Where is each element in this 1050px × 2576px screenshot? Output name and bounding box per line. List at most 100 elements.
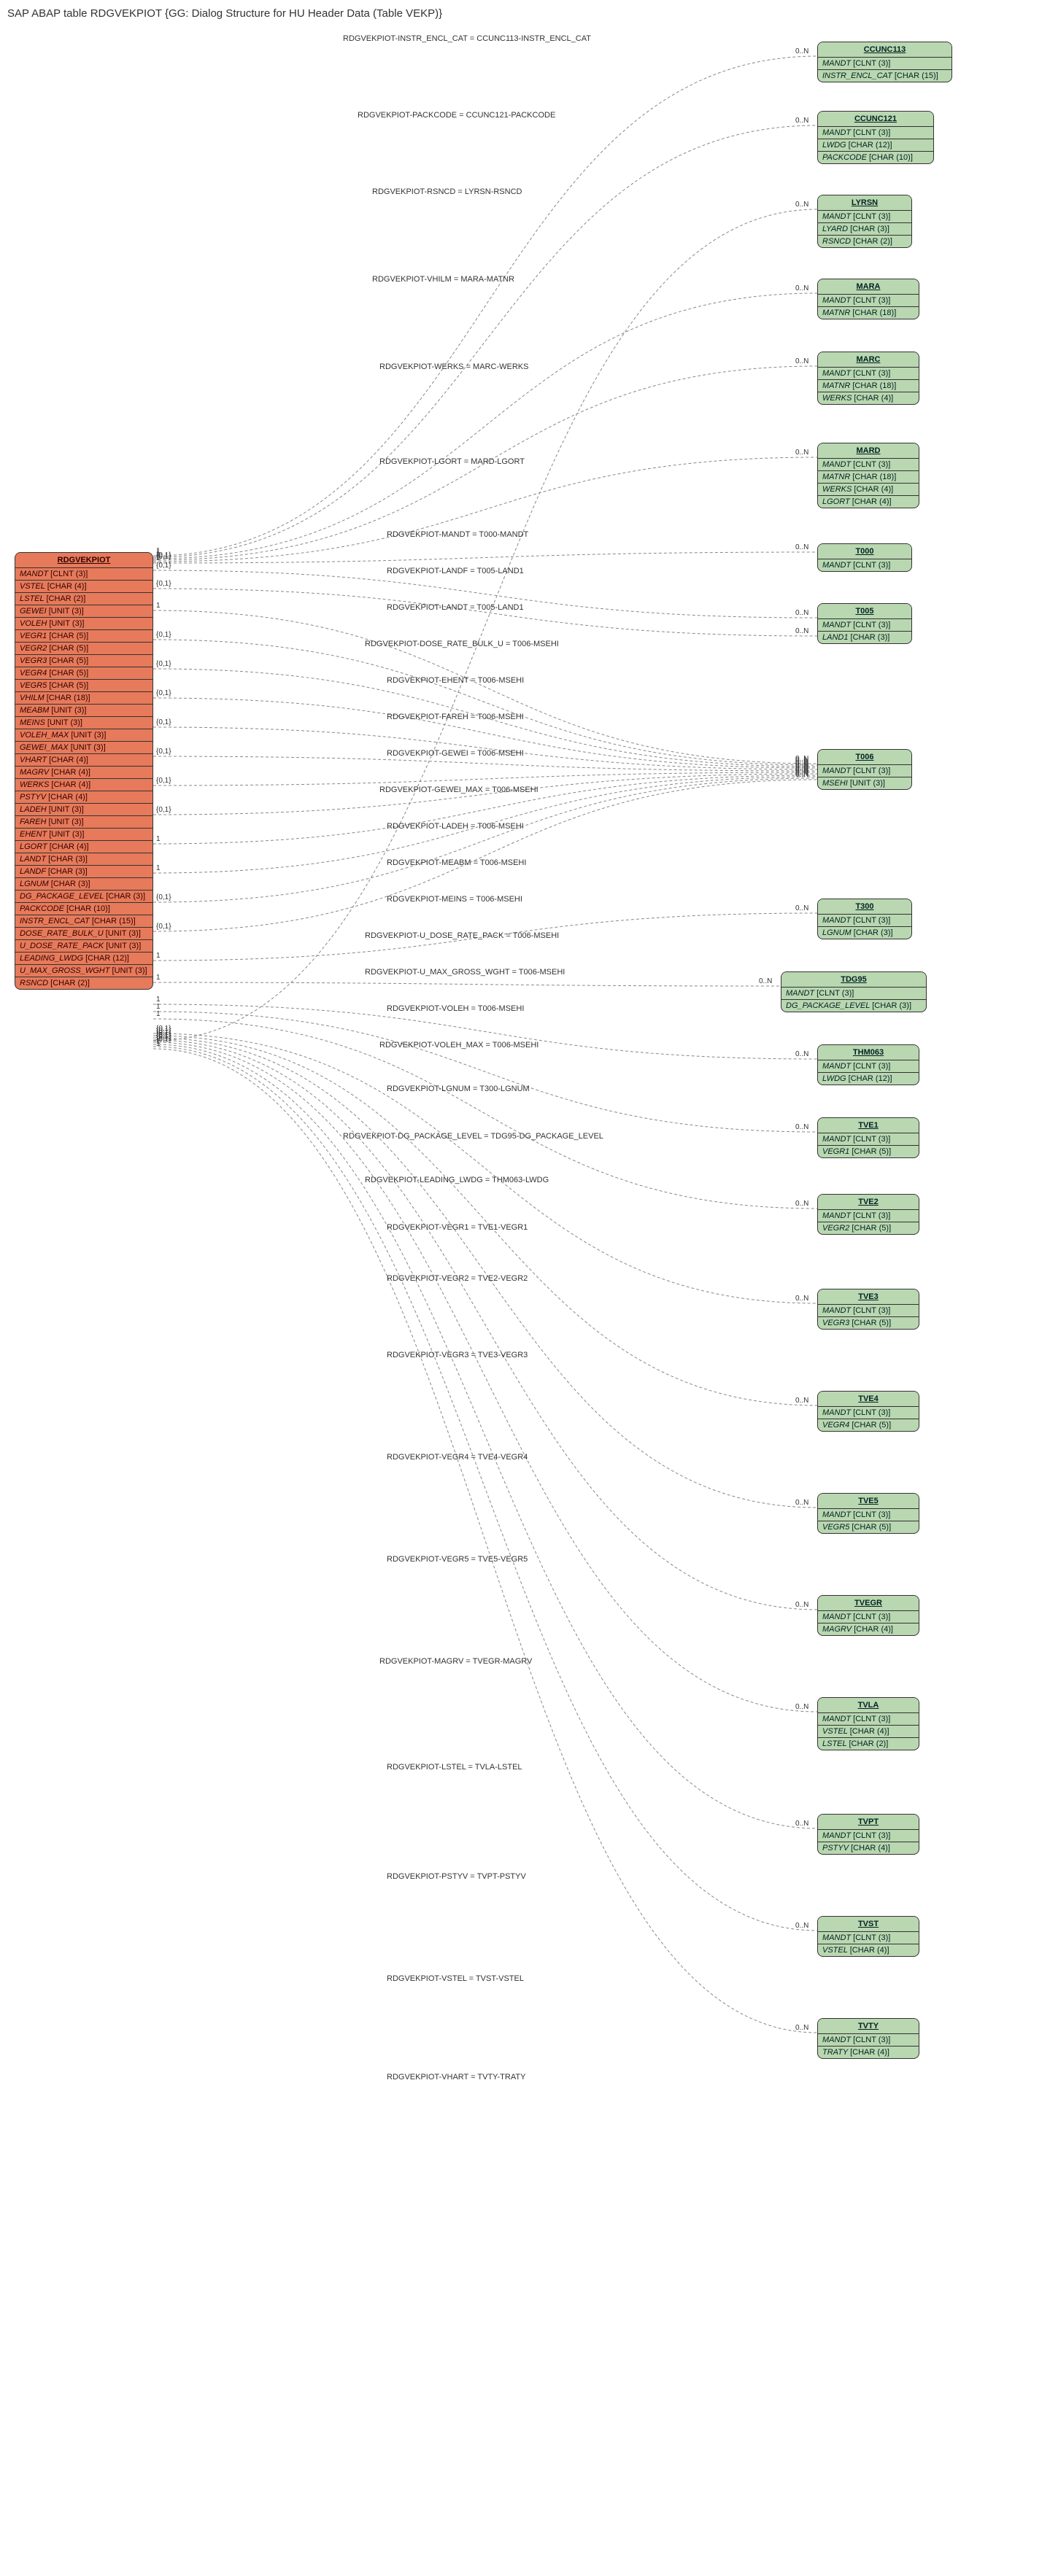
cardinality-source: {0,1} [156,748,171,756]
entity-ccunc113: CCUNC113MANDT [CLNT (3)]INSTR_ENCL_CAT [… [817,42,952,82]
entity-tve3: TVE3MANDT [CLNT (3)]VEGR3 [CHAR (5)] [817,1289,919,1330]
entity-field: MANDT [CLNT (3)] [818,1713,919,1726]
entity-field: MANDT [CLNT (3)] [818,459,919,471]
entity-field: MATNR [CHAR (18)] [818,307,919,319]
edge-label: RDGVEKPIOT-DG_PACKAGE_LEVEL = TDG95-DG_P… [343,1132,603,1141]
cardinality-target: 0..N [795,2024,808,2032]
edge-label: RDGVEKPIOT-VEGR5 = TVE5-VEGR5 [387,1555,528,1564]
entity-header: THM063 [818,1045,919,1060]
cardinality-target: 0..N [795,1200,808,1208]
entity-field: LSTEL [CHAR (2)] [818,1738,919,1750]
entity-field: MATNR [CHAR (18)] [818,380,919,392]
cardinality-target: 0..N [795,357,808,365]
entity-tve5: TVE5MANDT [CLNT (3)]VEGR5 [CHAR (5)] [817,1493,919,1534]
cardinality-source: {0,1} [156,718,171,726]
entity-field: VEGR4 [CHAR (5)] [818,1419,919,1431]
entity-field: LWDG [CHAR (12)] [818,1073,919,1085]
entity-field: FAREH [UNIT (3)] [15,816,153,829]
entity-field: DOSE_RATE_BULK_U [UNIT (3)] [15,928,153,940]
entity-tve2: TVE2MANDT [CLNT (3)]VEGR2 [CHAR (5)] [817,1194,919,1235]
cardinality-source: {0,1} [156,562,171,570]
entity-field: WERKS [CHAR (4)] [818,484,919,496]
entity-header: CCUNC113 [818,42,951,58]
entity-header: TVE1 [818,1118,919,1133]
entity-header: TVE4 [818,1392,919,1407]
entity-field: VEGR2 [CHAR (5)] [818,1222,919,1234]
entity-field: VSTEL [CHAR (4)] [15,581,153,593]
entity-field: MANDT [CLNT (3)] [818,1133,919,1146]
edge-label: RDGVEKPIOT-PSTYV = TVPT-PSTYV [387,1872,526,1881]
edge-label: RDGVEKPIOT-FAREH = T006-MSEHI [387,713,524,721]
entity-tvpt: TVPTMANDT [CLNT (3)]PSTYV [CHAR (4)] [817,1814,919,1855]
entity-field: MANDT [CLNT (3)] [818,1932,919,1944]
entity-field: MANDT [CLNT (3)] [818,295,919,307]
entity-field: MEINS [UNIT (3)] [15,717,153,729]
entity-tve4: TVE4MANDT [CLNT (3)]VEGR4 [CHAR (5)] [817,1391,919,1432]
entity-header: LYRSN [818,195,911,211]
entity-thm063: THM063MANDT [CLNT (3)]LWDG [CHAR (12)] [817,1044,919,1085]
entity-t000: T000MANDT [CLNT (3)] [817,543,912,572]
edge-label: RDGVEKPIOT-DOSE_RATE_BULK_U = T006-MSEHI [365,640,559,648]
cardinality-target: 0..N [795,47,808,55]
entity-field: EHENT [UNIT (3)] [15,829,153,841]
edge-label: RDGVEKPIOT-VOLEH = T006-MSEHI [387,1004,524,1013]
edge-label: RDGVEKPIOT-U_MAX_GROSS_WGHT = T006-MSEHI [365,968,565,977]
entity-field: VHILM [CHAR (18)] [15,692,153,705]
entity-field: MANDT [CLNT (3)] [818,559,911,571]
entity-field: VEGR5 [CHAR (5)] [15,680,153,692]
entity-field: MANDT [CLNT (3)] [818,1509,919,1521]
cardinality-target: 0..N [795,1820,808,1828]
entity-t005: T005MANDT [CLNT (3)]LAND1 [CHAR (3)] [817,603,912,644]
entity-field: MANDT [CLNT (3)] [818,58,951,70]
edge-label: RDGVEKPIOT-LGORT = MARD-LGORT [379,457,525,466]
cardinality-target: 0..N [795,1123,808,1131]
edge-label: RDGVEKPIOT-RSNCD = LYRSN-RSNCD [372,187,522,196]
entity-field: MANDT [CLNT (3)] [818,127,933,139]
entity-field: WERKS [CHAR (4)] [15,779,153,791]
entity-header: RDGVEKPIOT [15,553,153,568]
entity-field: VEGR1 [CHAR (5)] [818,1146,919,1157]
entity-field: PSTYV [CHAR (4)] [818,1842,919,1854]
entity-header: MARA [818,279,919,295]
edge-label: RDGVEKPIOT-LSTEL = TVLA-LSTEL [387,1763,522,1772]
cardinality-target: 0..N [795,1499,808,1507]
entity-field: LSTEL [CHAR (2)] [15,593,153,605]
entity-field: MANDT [CLNT (3)] [818,368,919,380]
cardinality-target: 0..N [795,609,808,617]
entity-tdg95: TDG95MANDT [CLNT (3)]DG_PACKAGE_LEVEL [C… [781,971,927,1012]
entity-header: CCUNC121 [818,112,933,127]
entity-mara: MARAMANDT [CLNT (3)]MATNR [CHAR (18)] [817,279,919,319]
entity-header: TVEGR [818,1596,919,1611]
entity-marc: MARCMANDT [CLNT (3)]MATNR [CHAR (18)]WER… [817,352,919,405]
entity-field: VEGR3 [CHAR (5)] [818,1317,919,1329]
entity-field: LANDT [CHAR (3)] [15,853,153,866]
entity-field: MANDT [CLNT (3)] [818,1611,919,1623]
edge-label: RDGVEKPIOT-PACKCODE = CCUNC121-PACKCODE [358,111,555,120]
cardinality-source: {0,1} [156,631,171,639]
entity-field: U_MAX_GROSS_WGHT [UNIT (3)] [15,965,153,977]
cardinality-source: 1 [156,974,161,982]
edge-label: RDGVEKPIOT-U_DOSE_RATE_PACK = T006-MSEHI [365,931,559,940]
entity-header: MARC [818,352,919,368]
entity-field: MANDT [CLNT (3)] [818,1060,919,1073]
cardinality-source: {0,1} [156,777,171,785]
entity-tvty: TVTYMANDT [CLNT (3)]TRATY [CHAR (4)] [817,2018,919,2059]
entity-field: WERKS [CHAR (4)] [818,392,919,404]
edge-label: RDGVEKPIOT-VHILM = MARA-MATNR [372,275,514,284]
entity-t006: T006MANDT [CLNT (3)]MSEHI [UNIT (3)] [817,749,912,790]
cardinality-source: 1 [156,1010,161,1018]
entity-field: MANDT [CLNT (3)] [818,1830,919,1842]
entity-field: LGNUM [CHAR (3)] [818,927,911,939]
cardinality-source: 1 [156,1040,161,1048]
entity-field: PACKCODE [CHAR (10)] [818,152,933,163]
entity-header: TVTY [818,2019,919,2034]
cardinality-target: 0..N [795,1601,808,1609]
entity-field: LYARD [CHAR (3)] [818,223,911,236]
edge-label: RDGVEKPIOT-VEGR1 = TVE1-VEGR1 [387,1223,528,1232]
entity-header: T000 [818,544,911,559]
entity-field: MATNR [CHAR (18)] [818,471,919,484]
entity-field: VEGR2 [CHAR (5)] [15,643,153,655]
edge-label: RDGVEKPIOT-VEGR3 = TVE3-VEGR3 [387,1351,528,1359]
entity-field: MANDT [CLNT (3)] [818,2034,919,2047]
page-title: SAP ABAP table RDGVEKPIOT {GG: Dialog St… [7,7,1050,20]
